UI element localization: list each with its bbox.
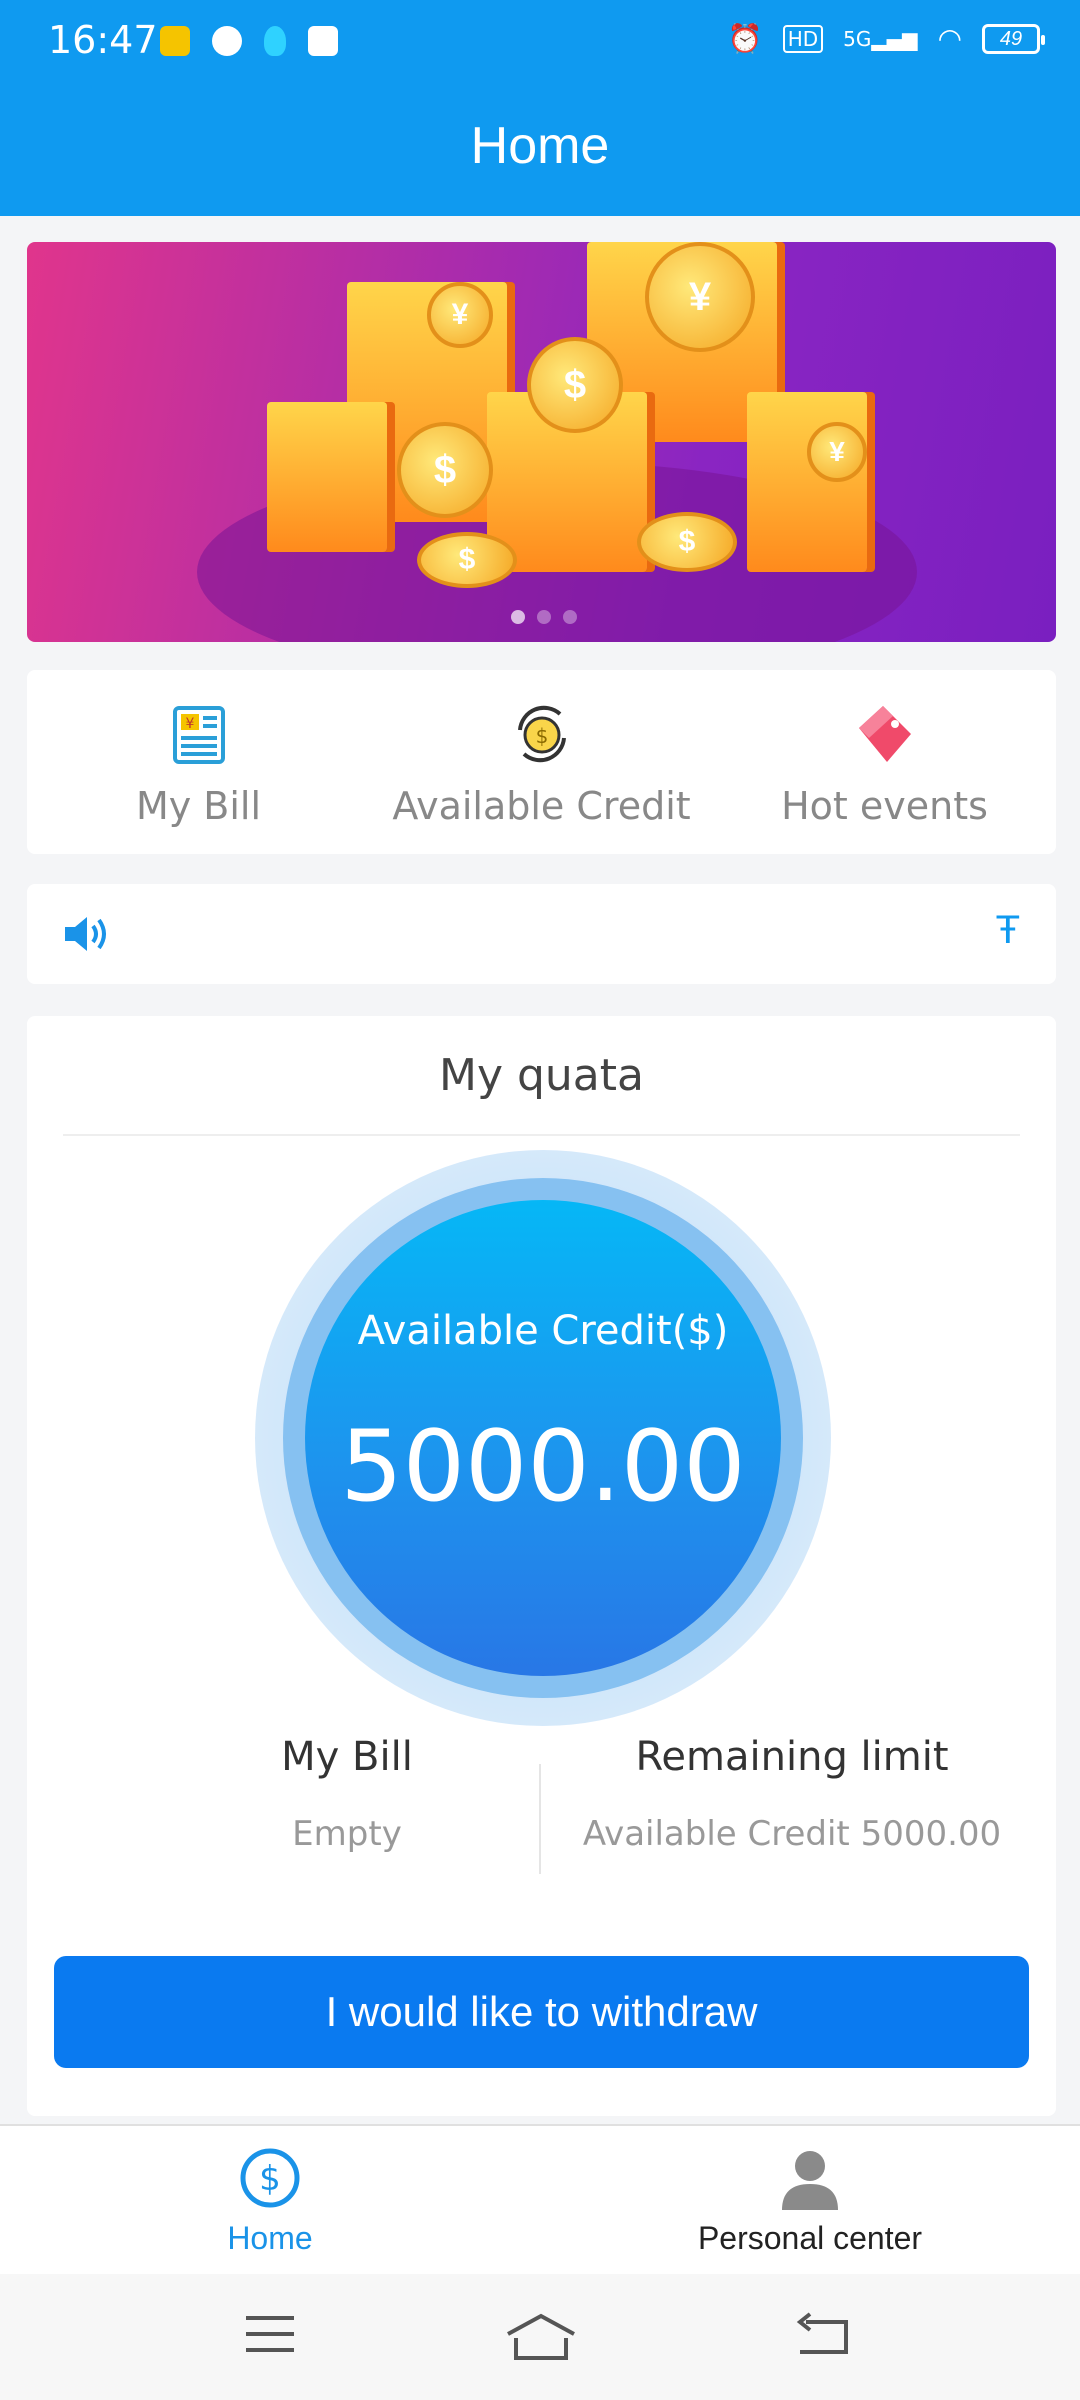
status-time: 16:47 xyxy=(48,18,158,62)
banner-coin: ¥ xyxy=(807,422,867,482)
banner-coin: $ xyxy=(527,337,623,433)
banner-coin: $ xyxy=(397,422,493,518)
map-notification-icon xyxy=(308,26,338,56)
stat-divider xyxy=(539,1764,541,1874)
banner-coin: ¥ xyxy=(645,242,755,352)
quota-title: My quata xyxy=(439,1050,644,1101)
banner-carousel[interactable]: $ $ ¥ $ $ ¥ ¥ xyxy=(27,242,1056,642)
quota-card: My quata Available Credit($) 5000.00 My … xyxy=(27,1016,1056,2116)
quick-link-hot-events[interactable]: Hot events xyxy=(713,670,1056,854)
banner-envelope xyxy=(747,392,867,572)
banner-coin: $ xyxy=(637,512,737,572)
banner-coin: $ xyxy=(417,532,517,588)
quick-link-label: Available Credit xyxy=(392,784,691,828)
remaining-limit-stat: Remaining limit Available Credit 5000.00 xyxy=(547,1734,1037,1854)
quick-link-available-credit[interactable]: $ Available Credit xyxy=(370,670,713,854)
bottom-tab-bar: $ Home Personal center xyxy=(0,2124,1080,2274)
status-bar: 16:47 ⏰ HD 5G▂▄▆ ◠ 49 xyxy=(0,0,1080,84)
remaining-limit-value: Available Credit 5000.00 xyxy=(582,1814,1002,1854)
remaining-limit-title: Remaining limit xyxy=(635,1734,949,1780)
wifi-icon: ◠ xyxy=(937,22,962,55)
back-icon[interactable] xyxy=(796,2312,852,2358)
my-bill-title: My Bill xyxy=(281,1734,413,1780)
divider xyxy=(63,1134,1020,1136)
credit-amount: 5000.00 xyxy=(340,1410,746,1524)
tab-label: Home xyxy=(227,2220,313,2256)
chat-notification-icon xyxy=(212,26,242,56)
dollar-circle-icon: $ xyxy=(240,2148,300,2208)
battery-icon: 49 xyxy=(982,23,1045,54)
quick-link-label: Hot events xyxy=(781,784,988,828)
app-notification-icon xyxy=(160,26,190,56)
banner-dot[interactable] xyxy=(563,610,577,624)
my-bill-value: Empty xyxy=(292,1814,402,1854)
tab-label: Personal center xyxy=(697,2220,923,2256)
signal-label: 5G xyxy=(843,26,872,51)
notice-text: Ŧ xyxy=(995,908,1020,952)
svg-text:¥: ¥ xyxy=(185,716,194,732)
coin-cycle-icon: $ xyxy=(517,705,566,763)
alarm-icon: ⏰ xyxy=(727,22,763,55)
svg-text:$: $ xyxy=(259,2159,281,2199)
system-navigation-bar xyxy=(0,2274,1080,2400)
hd-icon: HD xyxy=(782,24,824,53)
tab-home[interactable]: $ Home xyxy=(0,2126,540,2274)
notice-bar[interactable]: Ŧ xyxy=(27,884,1056,984)
banner-pagination xyxy=(511,610,577,624)
svg-text:$: $ xyxy=(535,724,548,748)
quick-link-label: My Bill xyxy=(135,784,262,828)
credit-circle-label: Available Credit($) xyxy=(357,1308,729,1354)
page-title: Home xyxy=(470,117,610,175)
quick-link-my-bill[interactable]: ¥ My Bill xyxy=(27,670,370,854)
banner-coin: ¥ xyxy=(427,282,493,348)
drop-notification-icon xyxy=(264,26,286,56)
notification-icons xyxy=(160,26,338,56)
system-status-icons: ⏰ HD 5G▂▄▆ ◠ 49 xyxy=(727,22,1045,55)
bill-icon: ¥ xyxy=(172,706,225,764)
banner-envelope xyxy=(267,402,387,552)
withdraw-button[interactable]: I would like to withdraw xyxy=(54,1956,1029,2068)
banner-dot[interactable] xyxy=(511,610,525,624)
home-icon[interactable] xyxy=(504,2312,578,2362)
speaker-icon xyxy=(65,917,106,951)
tab-personal-center[interactable]: Personal center xyxy=(540,2126,1080,2274)
menu-icon[interactable] xyxy=(242,2312,298,2356)
my-bill-stat[interactable]: My Bill Empty xyxy=(167,1734,527,1854)
person-icon xyxy=(782,2151,838,2210)
banner-dot[interactable] xyxy=(537,610,551,624)
signal-icon: 5G▂▄▆ xyxy=(843,26,918,51)
app-header: 16:47 ⏰ HD 5G▂▄▆ ◠ 49 Home xyxy=(0,0,1080,216)
quick-links: ¥ My Bill $ Available Credit Hot events xyxy=(27,670,1056,854)
tag-icon xyxy=(858,706,911,762)
